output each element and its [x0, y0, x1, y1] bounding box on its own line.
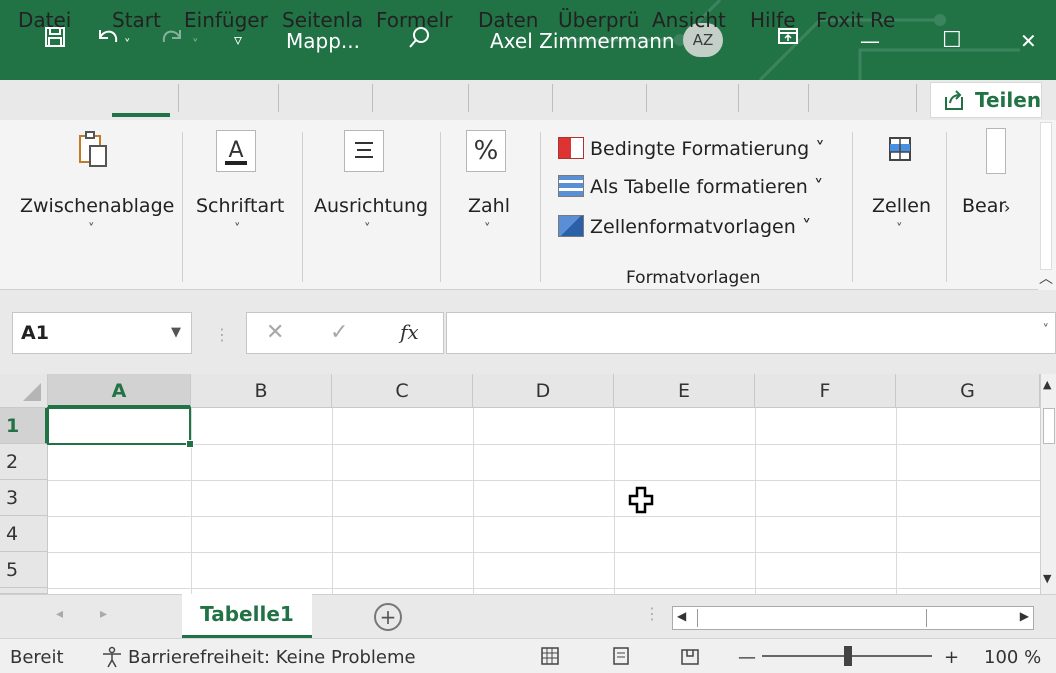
sheet-nav-prev-icon[interactable]: ◂	[56, 606, 63, 622]
sheet-tab-tabelle1[interactable]: Tabelle1	[182, 594, 312, 638]
editing-group-label[interactable]: Bear	[962, 194, 1006, 218]
svg-text:A: A	[228, 138, 243, 163]
formula-bar-grip-icon: ⋮	[214, 325, 230, 344]
add-sheet-button[interactable]: +	[374, 603, 402, 631]
conditional-formatting-icon	[558, 137, 584, 159]
tab-seitenlayout[interactable]: Seitenla	[282, 4, 370, 36]
cell-styles-button[interactable]: Zellenformatvorlagen ˅	[558, 212, 811, 242]
row-header-2[interactable]: 2	[0, 444, 48, 480]
active-cell-a1[interactable]	[47, 407, 194, 448]
close-button[interactable]: ✕	[1020, 28, 1037, 54]
percent-icon[interactable]: %	[466, 130, 506, 172]
enter-formula-button[interactable]: ✓	[330, 320, 348, 346]
collapse-ribbon-icon[interactable]: ︿	[1039, 268, 1053, 288]
zoom-slider-thumb[interactable]	[844, 646, 852, 666]
row-header-1[interactable]: 1	[0, 408, 48, 444]
tab-formeln[interactable]: Formelr	[376, 4, 464, 36]
column-header-e[interactable]: E	[614, 374, 755, 408]
row-header-3[interactable]: 3	[0, 480, 48, 516]
editing-icon[interactable]	[986, 128, 1006, 174]
clipboard-group-label[interactable]: Zwischenablage	[20, 194, 174, 218]
cancel-formula-button[interactable]: ✕	[266, 320, 284, 346]
page-layout-icon[interactable]	[612, 646, 630, 673]
tab-daten[interactable]: Daten	[478, 4, 550, 36]
cells-group-label[interactable]: Zellen	[872, 194, 931, 218]
redo-dropdown-icon[interactable]: ˅	[192, 32, 199, 60]
name-box[interactable]: A1 ▼	[12, 312, 192, 354]
number-group-label[interactable]: Zahl	[468, 194, 510, 218]
ribbon-more-icon[interactable]: ›	[1004, 196, 1010, 220]
zoom-in-button[interactable]: +	[944, 646, 959, 670]
accessibility-status[interactable]: Barrierefreiheit: Keine Probleme	[128, 646, 416, 670]
tab-ueberpruefen[interactable]: Überprü	[558, 4, 644, 36]
tab-splitter-icon[interactable]: ⋮	[644, 604, 660, 623]
column-header-a[interactable]: A	[48, 374, 191, 408]
share-label: Teilen	[975, 88, 1042, 112]
share-button[interactable]: Teilen	[930, 82, 1042, 118]
column-header-f[interactable]: F	[755, 374, 896, 408]
undo-dropdown-icon[interactable]: ˅	[124, 32, 131, 60]
cells-icon[interactable]	[880, 132, 920, 172]
status-ready: Bereit	[10, 647, 64, 668]
column-header-b[interactable]: B	[191, 374, 332, 408]
font-group-label[interactable]: Schriftart	[196, 194, 284, 218]
column-header-c[interactable]: C	[332, 374, 473, 408]
tab-einfuegen[interactable]: Einfüger	[184, 4, 276, 36]
name-box-dropdown-icon[interactable]: ▼	[171, 313, 181, 353]
scroll-down-icon[interactable]: ▼	[1043, 572, 1051, 585]
scroll-left-icon[interactable]: ◀	[677, 609, 686, 623]
align-icon[interactable]	[344, 130, 384, 172]
row-header-4[interactable]: 4	[0, 516, 48, 552]
page-break-preview-icon[interactable]	[680, 646, 700, 673]
column-header-d[interactable]: D	[473, 374, 614, 408]
format-as-table-icon	[558, 175, 584, 197]
tab-start[interactable]: Start	[112, 4, 174, 36]
normal-view-icon[interactable]	[540, 646, 560, 673]
clipboard-dropdown-icon[interactable]: ˅	[88, 222, 95, 237]
clipboard-icon[interactable]	[72, 130, 112, 170]
alignment-dropdown-icon[interactable]: ˅	[364, 222, 371, 237]
font-color-icon[interactable]: A	[216, 130, 256, 172]
horizontal-scrollbar[interactable]: ◀ ▶	[672, 606, 1034, 630]
alignment-group-label[interactable]: Ausrichtung	[314, 194, 428, 218]
cells-dropdown-icon[interactable]: ˅	[896, 222, 903, 237]
column-header-g[interactable]: G	[896, 374, 1040, 408]
tab-hilfe[interactable]: Hilfe	[750, 4, 806, 36]
row-header-5[interactable]: 5	[0, 552, 48, 588]
zoom-level[interactable]: 100 %	[984, 646, 1041, 670]
tab-datei[interactable]: Datei	[18, 4, 84, 36]
cell-styles-icon	[558, 215, 584, 237]
tab-ansicht[interactable]: Ansicht	[652, 4, 734, 36]
insert-function-button[interactable]: fx	[400, 320, 419, 344]
styles-group-label: Formatvorlagen	[626, 268, 761, 288]
font-dropdown-icon[interactable]: ˅	[234, 222, 241, 237]
scroll-right-icon[interactable]: ▶	[1020, 609, 1029, 623]
zoom-out-button[interactable]: —	[738, 646, 756, 670]
cell-cursor-icon	[628, 486, 654, 520]
ribbon-scrollbar[interactable]: ︿	[1038, 120, 1056, 290]
fill-handle[interactable]	[186, 440, 194, 448]
maximize-button[interactable]: ☐	[942, 28, 962, 54]
expand-formula-bar-icon[interactable]: ˅	[1043, 323, 1050, 338]
formula-input[interactable]: ˅	[446, 312, 1056, 354]
sheet-nav-next-icon[interactable]: ▸	[100, 606, 107, 622]
format-as-table-button[interactable]: Als Tabelle formatieren ˅	[558, 172, 823, 202]
vertical-scrollbar[interactable]: ▲ ▼	[1040, 374, 1056, 594]
vertical-scroll-thumb[interactable]	[1043, 408, 1055, 444]
select-all-button[interactable]	[0, 374, 48, 408]
tab-foxit[interactable]: Foxit Re	[816, 4, 912, 36]
horizontal-scroll-thumb[interactable]	[697, 609, 927, 627]
active-tab-indicator	[112, 113, 170, 117]
number-dropdown-icon[interactable]: ˅	[484, 222, 491, 237]
scroll-up-icon[interactable]: ▲	[1043, 378, 1051, 391]
conditional-formatting-button[interactable]: Bedingte Formatierung ˅	[558, 134, 825, 164]
accessibility-icon[interactable]	[100, 646, 124, 673]
